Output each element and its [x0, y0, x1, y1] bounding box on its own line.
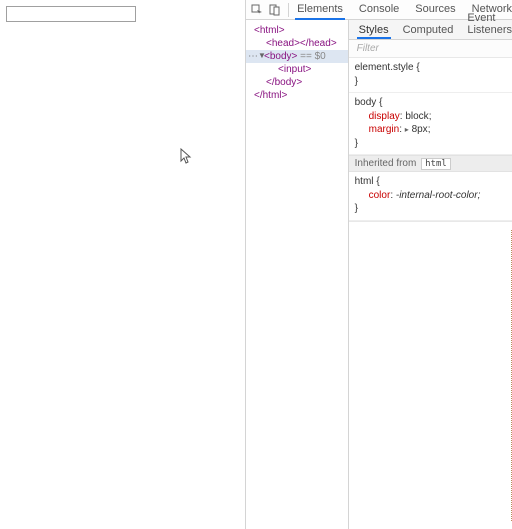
- rule-element-style[interactable]: element.style { }: [349, 58, 512, 93]
- page-text-input[interactable]: [6, 6, 136, 22]
- dom-node-html-close[interactable]: </html>: [246, 89, 348, 102]
- css-rules: element.style { } body { display: block;…: [349, 58, 512, 221]
- dom-node-html[interactable]: <html>: [246, 24, 348, 37]
- styles-pane: Styles Computed Event Listeners Filter e…: [349, 20, 512, 529]
- devtools-panel: Elements Console Sources Network <html> …: [245, 0, 512, 529]
- toolbar-separator: [288, 3, 289, 17]
- styles-filter-input[interactable]: Filter: [349, 40, 512, 58]
- caret-down-icon: ▼: [258, 51, 266, 60]
- page-viewport: [0, 0, 245, 529]
- rule-body[interactable]: body { display: block; margin: ▸ 8px; }: [349, 93, 512, 155]
- rule-html[interactable]: html { color: -internal-root-color; }: [349, 172, 512, 221]
- inspect-icon[interactable]: [250, 1, 264, 19]
- box-model-area: [349, 221, 512, 529]
- inherited-from-bar: Inherited from html: [349, 155, 512, 172]
- tab-sources[interactable]: Sources: [415, 0, 455, 19]
- device-toggle-icon[interactable]: [268, 1, 282, 19]
- mouse-cursor-icon: [180, 148, 192, 166]
- dom-tree[interactable]: <html> <head></head> ▼<body> == $0 <inpu…: [246, 20, 349, 529]
- dom-node-body-selected[interactable]: ▼<body> == $0: [246, 50, 348, 63]
- tab-elements[interactable]: Elements: [297, 0, 343, 19]
- dom-node-input[interactable]: <input>: [246, 63, 348, 76]
- sub-tab-computed[interactable]: Computed: [403, 24, 454, 39]
- expand-icon[interactable]: ▸: [405, 125, 409, 134]
- devtools-panes: <html> <head></head> ▼<body> == $0 <inpu…: [246, 20, 512, 529]
- tab-console[interactable]: Console: [359, 0, 399, 19]
- dom-node-head[interactable]: <head></head>: [246, 37, 348, 50]
- styles-sub-tabs: Styles Computed Event Listeners: [349, 20, 512, 40]
- sub-tab-event-listeners[interactable]: Event Listeners: [467, 12, 512, 39]
- dom-node-body-close[interactable]: </body>: [246, 76, 348, 89]
- sub-tab-styles[interactable]: Styles: [359, 24, 389, 39]
- inherited-from-tag[interactable]: html: [421, 158, 451, 170]
